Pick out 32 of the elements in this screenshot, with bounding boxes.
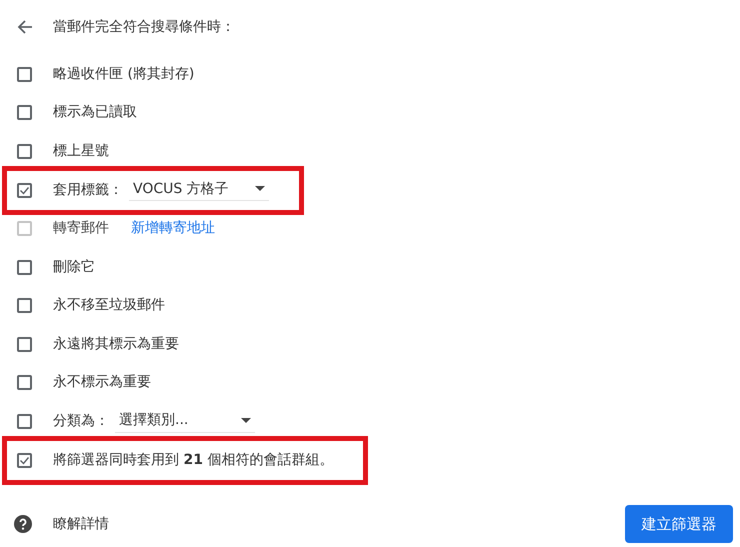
checkbox[interactable] <box>17 336 32 352</box>
checkbox[interactable] <box>17 105 32 120</box>
option-label: 套用標籤： <box>53 182 123 198</box>
dropdown[interactable]: 選擇類別... <box>115 410 255 433</box>
option-label: 永不標示為重要 <box>53 374 151 392</box>
checkbox[interactable] <box>17 375 32 390</box>
option-label: 將篩選器同時套用到 21 個相符的會話群組。 <box>53 452 334 468</box>
option-label: 永不移至垃圾郵件 <box>53 297 165 314</box>
option-label: 標示為已讀取 <box>53 104 137 122</box>
caret-icon <box>241 418 251 423</box>
checkbox[interactable] <box>17 260 32 275</box>
learn-more-link[interactable]: 瞭解詳情 <box>53 516 109 532</box>
header-text: 當郵件完全符合搜尋條件時： <box>53 18 235 36</box>
caret-icon <box>255 186 265 192</box>
checkbox[interactable] <box>17 144 32 159</box>
dropdown[interactable]: VOCUS 方格子 <box>129 178 269 202</box>
option-label: 永遠將其標示為重要 <box>53 336 179 353</box>
checkbox[interactable] <box>17 452 32 468</box>
checkmark-icon <box>19 184 30 196</box>
create-filter-button[interactable]: 建立篩選器 <box>625 505 733 543</box>
checkbox[interactable] <box>17 414 32 429</box>
checkmark-icon <box>19 454 30 466</box>
checkbox[interactable] <box>17 66 32 82</box>
option-label: 標上星號 <box>53 142 109 160</box>
back-arrow-icon[interactable] <box>17 19 33 35</box>
checkbox[interactable] <box>17 182 32 198</box>
option-label: 分類為： <box>53 412 109 430</box>
checkbox[interactable] <box>17 298 32 314</box>
option-label: 刪除它 <box>53 258 95 276</box>
help-icon[interactable] <box>14 515 32 533</box>
option-label: 轉寄郵件 <box>53 220 109 238</box>
option-label: 略過收件匣 (將其封存) <box>53 66 194 83</box>
